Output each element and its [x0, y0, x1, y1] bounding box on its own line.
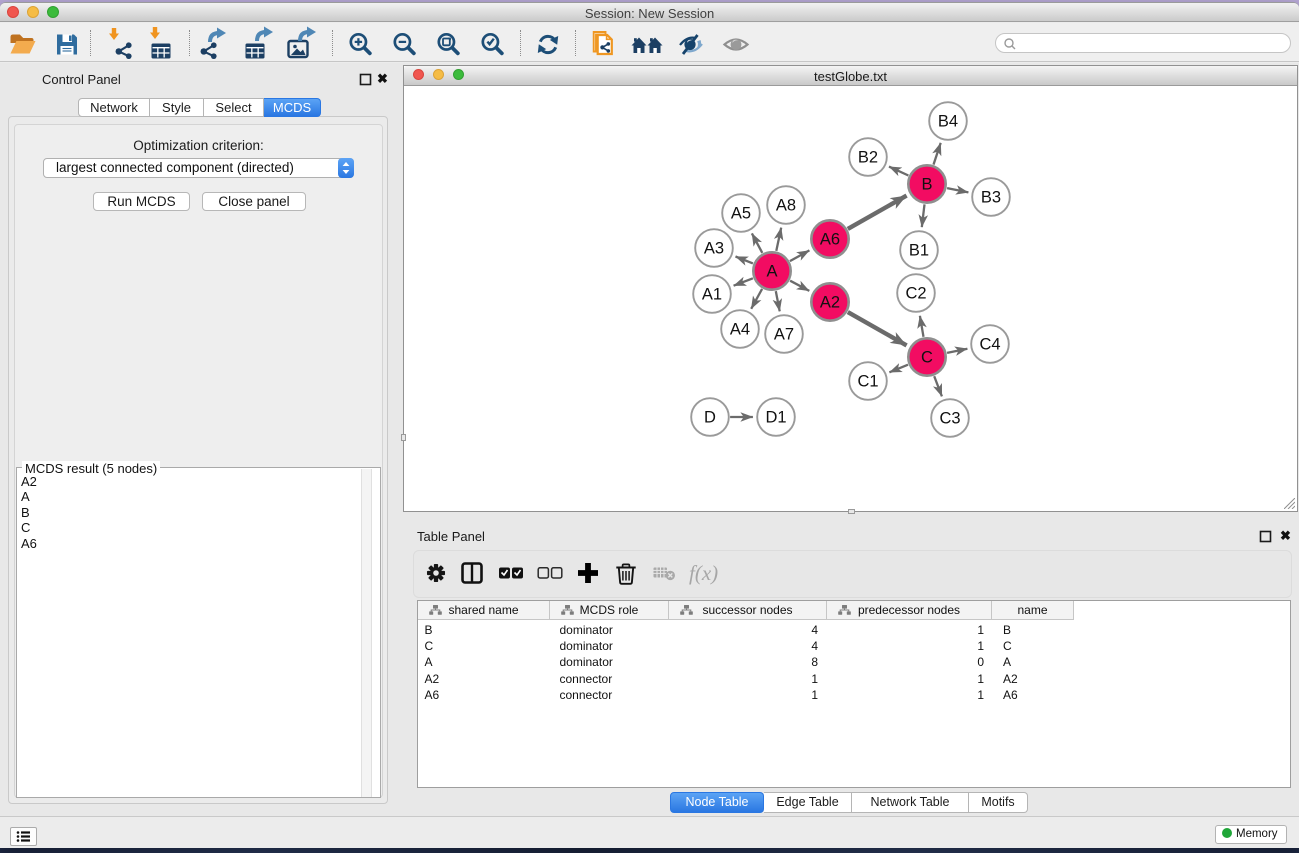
svg-text:B: B: [921, 175, 932, 193]
svg-text:B3: B3: [981, 188, 1001, 206]
svg-text:A: A: [766, 262, 777, 280]
svg-text:f(x): f(x): [689, 561, 718, 585]
svg-text:A8: A8: [776, 196, 796, 214]
svg-text:A4: A4: [730, 320, 750, 338]
svg-text:C3: C3: [939, 409, 960, 427]
svg-text:A7: A7: [774, 325, 794, 343]
svg-text:D: D: [704, 408, 716, 426]
svg-text:A2: A2: [820, 293, 840, 311]
svg-text:C2: C2: [905, 284, 926, 302]
svg-text:B4: B4: [938, 112, 958, 130]
svg-text:A3: A3: [704, 239, 724, 257]
svg-text:C: C: [921, 348, 933, 366]
svg-text:B1: B1: [909, 241, 929, 259]
svg-text:A5: A5: [731, 204, 751, 222]
svg-text:D1: D1: [765, 408, 786, 426]
svg-text:A6: A6: [820, 230, 840, 248]
svg-text:A1: A1: [702, 285, 722, 303]
svg-text:C4: C4: [979, 335, 1000, 353]
svg-text:C1: C1: [857, 372, 878, 390]
svg-text:B2: B2: [858, 148, 878, 166]
